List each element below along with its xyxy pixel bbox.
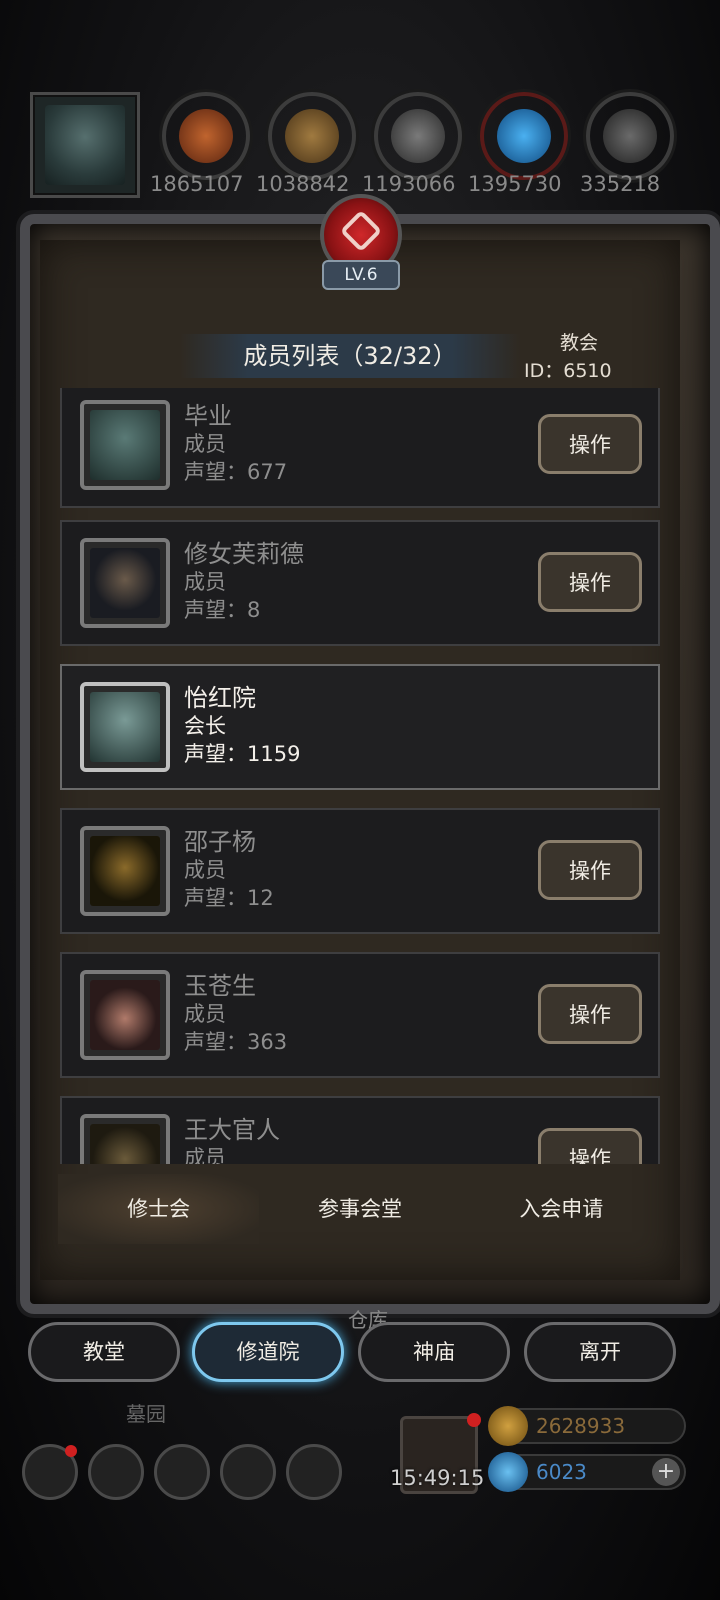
member-name: 怡红院 [184,684,256,712]
member-name: 邵子杨 [184,828,256,856]
member-role: 成员 [184,1002,226,1026]
player-face-image [45,105,125,185]
member-reputation: 声望：677 [184,460,288,484]
member-row: 邵子杨 成员 声望：12 操作 [60,808,660,934]
member-role: 成员 [184,432,226,456]
member-name: 毕业 [184,402,232,430]
settings-icon[interactable] [22,1444,78,1500]
gift-timer: 15:49:15 [390,1466,485,1490]
resource-value: 1395730 [468,172,562,196]
resource-value: 1038842 [256,172,350,196]
cube-icon[interactable] [286,1444,342,1500]
member-avatar[interactable] [80,400,170,490]
add-gems-button[interactable]: + [652,1458,680,1486]
gem-icon [488,1452,528,1492]
gold-amount: 2628933 [536,1414,626,1438]
resource-value: 1193066 [362,172,456,196]
guild-level-badge: LV.6 [322,260,400,290]
member-row: 毕业 成员 声望：677 操作 [60,388,660,508]
member-row-leader: 怡红院 会长 声望：1159 [60,664,660,790]
nav-monastery[interactable]: 修道院 [192,1322,344,1382]
resource-icon-ore[interactable] [162,92,250,180]
member-avatar[interactable] [80,682,170,772]
resource-value: 335218 [580,172,661,196]
resource-icon-stone[interactable] [374,92,462,180]
resource-icon-iron[interactable] [586,92,674,180]
member-reputation: 声望：363 [184,1030,288,1054]
member-action-button[interactable]: 操作 [538,840,642,900]
member-role: 会长 [184,714,226,738]
gold-currency-bar: 2628933 [488,1406,686,1446]
member-avatar[interactable] [80,970,170,1060]
member-list-title: 成员列表（32/32） [180,334,520,378]
resource-icon-crystal[interactable] [480,92,568,180]
member-list[interactable]: 毕业 成员 声望：677 操作 修女芙莉德 成员 声望：8 操作 怡红院 会长 … [60,388,660,1164]
guild-label: 教会 [560,332,599,354]
notification-dot [467,1413,481,1427]
compass-icon[interactable] [88,1444,144,1500]
nav-church[interactable]: 教堂 [28,1322,180,1382]
member-action-button[interactable]: 操作 [538,1128,642,1164]
gem-currency-bar: 6023 + [488,1452,686,1492]
member-action-button[interactable]: 操作 [538,552,642,612]
member-reputation: 声望：1159 [184,742,301,766]
resource-bar: 1865107 1038842 1193066 1395730 335218 [0,88,720,198]
map-label-graveyard: 墓园 [126,1402,166,1426]
member-avatar[interactable] [80,1114,170,1164]
member-name: 玉苍生 [184,972,256,1000]
book-icon[interactable] [154,1444,210,1500]
member-name: 修女芙莉德 [184,540,304,568]
member-role: 成员 [184,858,226,882]
member-reputation: 声望：8 [184,598,261,622]
member-avatar[interactable] [80,826,170,916]
member-role: 成员 [184,570,226,594]
nav-temple[interactable]: 神庙 [358,1322,510,1382]
member-role: 成员 [184,1146,226,1164]
member-avatar[interactable] [80,538,170,628]
tab-council-hall[interactable]: 参事会堂 [259,1174,460,1244]
member-action-button[interactable]: 操作 [538,414,642,474]
mail-icon[interactable] [220,1444,276,1500]
resource-value: 1865107 [150,172,244,196]
nav-leave[interactable]: 离开 [524,1322,676,1382]
guild-id: ID：6510 [524,360,612,382]
player-portrait[interactable] [30,92,140,198]
resource-icon-wood[interactable] [268,92,356,180]
member-row: 修女芙莉德 成员 声望：8 操作 [60,520,660,646]
gem-amount: 6023 [536,1460,587,1484]
gold-coin-icon [488,1406,528,1446]
member-name: 王大官人 [184,1116,280,1144]
guild-subtabs: 修士会 参事会堂 入会申请 [58,1174,662,1244]
member-row: 王大官人 成员 操作 [60,1096,660,1164]
member-action-button[interactable]: 操作 [538,984,642,1044]
notification-dot [65,1445,77,1457]
member-reputation: 声望：12 [184,886,274,910]
tab-monks[interactable]: 修士会 [58,1174,260,1244]
tab-join-applications[interactable]: 入会申请 [461,1174,662,1244]
member-row: 玉苍生 成员 声望：363 操作 [60,952,660,1078]
